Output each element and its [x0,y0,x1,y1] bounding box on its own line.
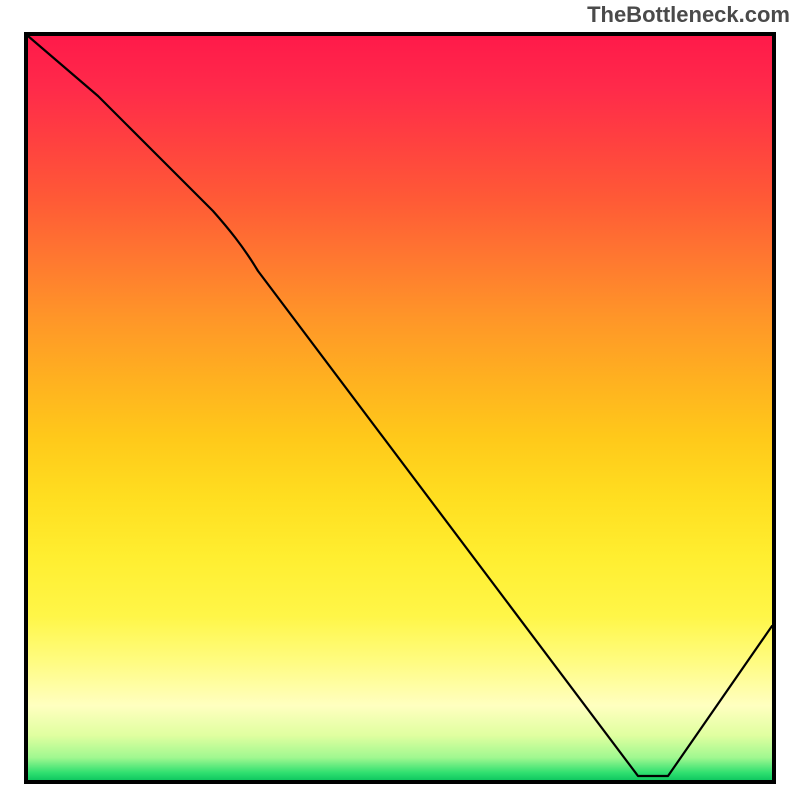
bottleneck-curve [28,36,772,780]
watermark-text: TheBottleneck.com [587,2,790,28]
chart-plot-area [24,32,776,784]
